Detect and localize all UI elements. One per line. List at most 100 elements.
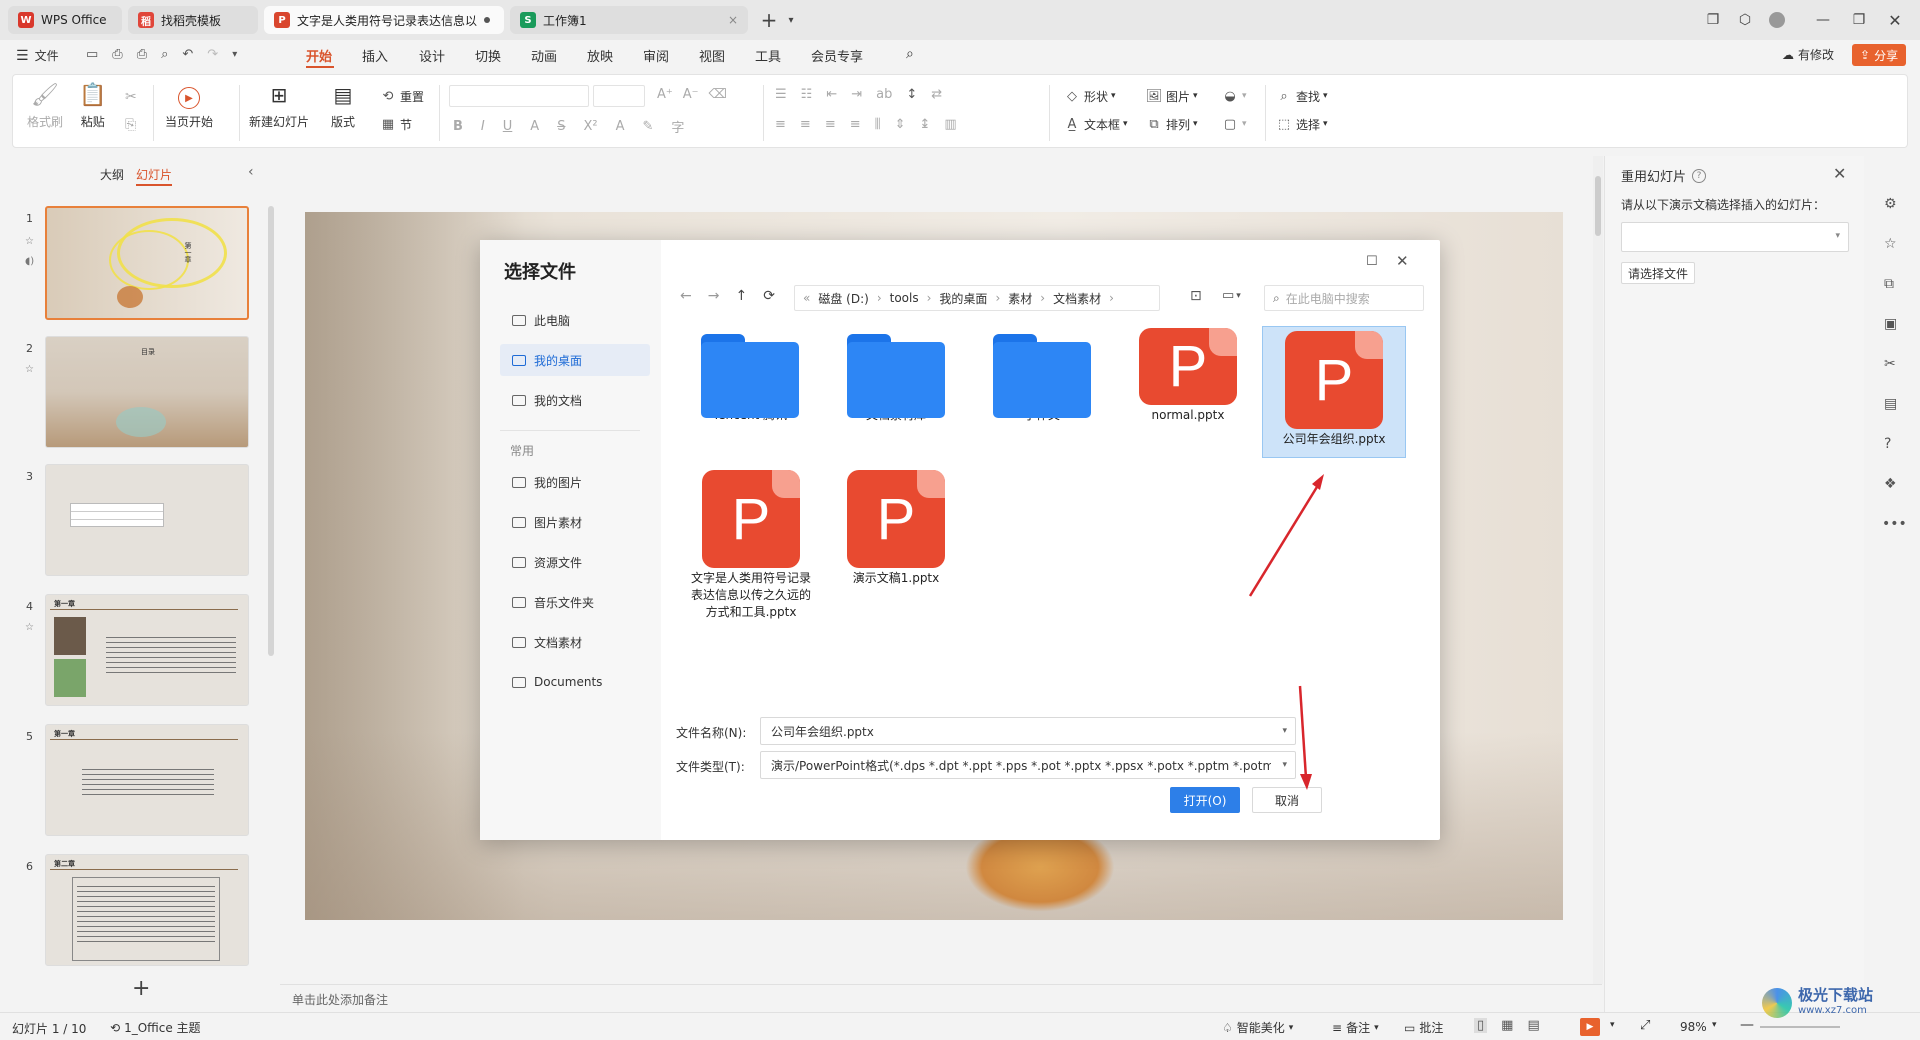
- outline-tab[interactable]: 大纲: [100, 166, 124, 183]
- text-direction-icon[interactable]: ab: [876, 87, 892, 102]
- menu-tab-review[interactable]: 审阅: [643, 46, 669, 65]
- minimize-icon[interactable]: —: [1810, 8, 1836, 32]
- menu-tab-transition[interactable]: 切换: [475, 46, 501, 65]
- find-button[interactable]: ⌕ 查找 ▾: [1275, 87, 1327, 105]
- normal-view-icon[interactable]: ▯: [1474, 1018, 1488, 1033]
- slides-tab[interactable]: 幻灯片: [136, 166, 172, 183]
- line-spacing-icon[interactable]: ↨: [920, 117, 931, 132]
- bold-icon[interactable]: B: [453, 119, 463, 134]
- presentation-select[interactable]: ▾: [1621, 222, 1849, 252]
- tools-icon[interactable]: ✂: [1884, 356, 1896, 372]
- distribute-icon[interactable]: ⫼: [875, 117, 881, 132]
- comments-toggle[interactable]: ▭ 批注: [1404, 1019, 1443, 1036]
- align-left-icon[interactable]: ≡: [775, 117, 786, 132]
- slide-thumbnail-4[interactable]: 第一章: [45, 594, 249, 706]
- numbered-list-icon[interactable]: ☷: [801, 87, 813, 102]
- cut-icon[interactable]: ✂: [125, 89, 137, 105]
- increase-indent-icon[interactable]: ⇥: [851, 87, 862, 102]
- zoom-out-icon[interactable]: —: [1740, 1017, 1754, 1033]
- refresh-icon[interactable]: ⟳: [763, 288, 775, 304]
- bullet-list-icon[interactable]: ☰: [775, 87, 787, 102]
- file-menu[interactable]: ☰ 文件: [16, 47, 59, 64]
- slide-thumbnail-3[interactable]: [45, 464, 249, 576]
- align-center-icon[interactable]: ≡: [800, 117, 811, 132]
- layout-button[interactable]: ▤ 版式: [331, 83, 355, 130]
- book-icon[interactable]: ▤: [1884, 396, 1897, 412]
- highlight-icon[interactable]: ✎: [642, 119, 653, 134]
- user-avatar-icon[interactable]: [1764, 8, 1790, 32]
- window-layout-icon[interactable]: ❐: [1700, 8, 1726, 32]
- forward-arrow-icon[interactable]: →: [708, 288, 720, 304]
- play-from-current-button[interactable]: ▶ 当页开始: [165, 83, 213, 130]
- menu-tab-insert[interactable]: 插入: [362, 46, 388, 65]
- notes-pane[interactable]: 单击此处添加备注: [280, 984, 1602, 1012]
- help-icon[interactable]: ?: [1692, 168, 1707, 183]
- outline-icon[interactable]: ▢ ▾: [1221, 115, 1247, 133]
- sort-icon[interactable]: ↕: [906, 87, 917, 102]
- breadcrumb-item[interactable]: 素材: [1008, 290, 1032, 307]
- slide-thumbnail-5[interactable]: 第一章: [45, 724, 249, 836]
- more-chevron-icon[interactable]: ▾: [232, 49, 237, 60]
- cube-icon[interactable]: ⬡: [1732, 8, 1758, 32]
- share-button[interactable]: ⇪ 分享: [1852, 44, 1907, 66]
- filetype-select[interactable]: 演示/PowerPoint格式(*.dps *.dpt *.ppt *.pps …: [760, 751, 1296, 779]
- file-item-writing-pptx[interactable]: P 文字是人类用符号记录表达信息以传之久远的方式和工具.pptx: [680, 466, 822, 621]
- collapse-panel-icon[interactable]: ‹: [248, 164, 254, 180]
- section-button[interactable]: ▦ 节: [379, 115, 412, 133]
- clear-format-icon[interactable]: ⌫: [709, 87, 727, 102]
- paste-button[interactable]: 📋 粘贴: [79, 83, 106, 130]
- tab-template-store[interactable]: 稻 找稻壳模板: [128, 6, 258, 34]
- file-item-annual-meeting-pptx[interactable]: P 公司年会组织.pptx: [1262, 326, 1406, 458]
- chevron-down-icon[interactable]: ▾: [1610, 1020, 1615, 1030]
- close-tab-icon[interactable]: ×: [728, 13, 738, 27]
- save-icon[interactable]: ▭: [86, 47, 98, 62]
- folder-item-tencent[interactable]: Tencent 腾讯: [680, 324, 820, 424]
- font-color-icon[interactable]: A: [616, 119, 625, 134]
- fill-icon[interactable]: ◒ ▾: [1221, 87, 1246, 105]
- breadcrumb-item[interactable]: tools: [890, 291, 919, 305]
- fit-window-icon[interactable]: ⤢: [1640, 1018, 1650, 1033]
- restore-icon[interactable]: ❐: [1846, 8, 1872, 32]
- menu-tab-tools[interactable]: 工具: [755, 46, 781, 65]
- nav-document-assets[interactable]: 文档素材: [500, 626, 650, 658]
- open-button[interactable]: 打开(O): [1170, 787, 1240, 813]
- format-painter-button[interactable]: 🖌 格式刷: [27, 83, 63, 130]
- increase-font-icon[interactable]: A⁺: [657, 87, 673, 102]
- nav-image-assets[interactable]: 图片素材: [500, 506, 650, 538]
- gift-icon[interactable]: ❖: [1884, 476, 1897, 492]
- italic-icon[interactable]: I: [481, 119, 485, 134]
- arrange-button[interactable]: ⧉ 排列 ▾: [1145, 115, 1197, 133]
- print-preview-icon[interactable]: ⌕: [161, 47, 168, 62]
- redo-icon[interactable]: ↷: [207, 47, 218, 62]
- nav-documents[interactable]: Documents: [500, 666, 650, 698]
- reset-button[interactable]: ⟲ 重置: [379, 87, 424, 105]
- thumbnail-scrollbar[interactable]: [268, 206, 274, 656]
- nav-my-pictures[interactable]: 我的图片: [500, 466, 650, 498]
- columns-icon[interactable]: ▥: [944, 117, 956, 132]
- cancel-button[interactable]: 取消: [1252, 787, 1322, 813]
- chevron-down-icon[interactable]: ▾: [1712, 1020, 1717, 1030]
- slide-thumbnail-2[interactable]: 目录: [45, 336, 249, 448]
- undo-icon[interactable]: ↶: [182, 47, 193, 62]
- theme-indicator[interactable]: ⟲ 1_Office 主题: [110, 1019, 201, 1036]
- tab-current-presentation[interactable]: P 文字是人类用符号记录表达信息以: [264, 6, 504, 34]
- back-arrow-icon[interactable]: ←: [680, 288, 692, 304]
- font-family-select[interactable]: [449, 85, 589, 107]
- add-slide-plus-icon[interactable]: +: [132, 976, 150, 1001]
- up-arrow-icon[interactable]: ↑: [735, 288, 747, 304]
- folder-item-essay[interactable]: 小作文: [972, 324, 1112, 424]
- new-slide-button[interactable]: ⊞ 新建幻灯片: [249, 83, 309, 130]
- copy-slides-icon[interactable]: ⧉: [1884, 276, 1894, 292]
- slideshow-play-icon[interactable]: ▶: [1580, 1018, 1600, 1036]
- nav-this-pc[interactable]: 此电脑: [500, 304, 650, 336]
- image-edit-icon[interactable]: ▣: [1884, 316, 1897, 332]
- menu-tab-animation[interactable]: 动画: [531, 46, 557, 65]
- decrease-font-icon[interactable]: A⁻: [683, 87, 699, 102]
- nav-my-documents[interactable]: 我的文档: [500, 384, 650, 416]
- breadcrumb-item[interactable]: 文档素材: [1053, 290, 1101, 307]
- close-window-icon[interactable]: ✕: [1882, 8, 1908, 32]
- tab-wps-office[interactable]: W WPS Office: [8, 6, 122, 34]
- choose-file-button[interactable]: 请选择文件: [1621, 262, 1696, 284]
- menu-tab-member[interactable]: 会员专享: [811, 46, 863, 65]
- breadcrumb-item[interactable]: 磁盘 (D:): [818, 290, 868, 307]
